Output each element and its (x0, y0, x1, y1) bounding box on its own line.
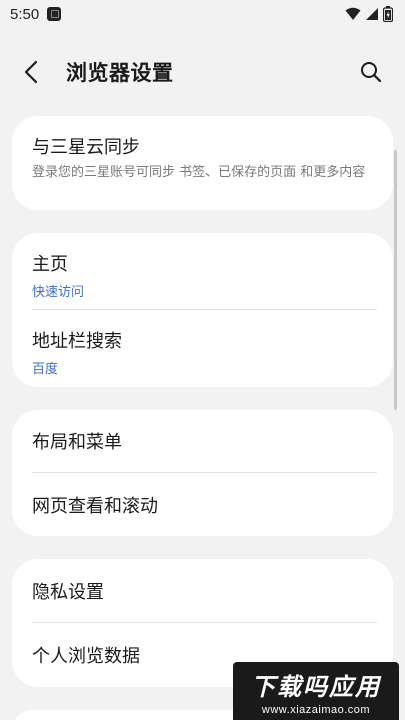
page-title: 浏览器设置 (66, 61, 174, 85)
privacy-settings-item[interactable]: 隐私设置 (12, 559, 393, 622)
address-bar-search-value: 百度 (32, 362, 59, 377)
homepage-card: 主页 快速访问 地址栏搜索 百度 (12, 233, 393, 387)
header: 浏览器设置 (0, 28, 405, 116)
signal-icon (366, 8, 378, 20)
layout-menu-title: 布局和菜单 (32, 432, 122, 453)
scrollbar[interactable] (394, 150, 397, 410)
address-bar-search-title: 地址栏搜索 (32, 331, 122, 352)
homepage-item[interactable]: 主页 快速访问 (12, 233, 393, 309)
chevron-left-icon (24, 60, 38, 84)
address-bar-search-item[interactable]: 地址栏搜索 百度 (12, 310, 393, 387)
sync-card: 与三星云同步 登录您的三星账号可同步 书签、已保存的页面 和更多内容 (12, 116, 393, 210)
search-icon (361, 62, 382, 83)
sync-title: 与三星云同步 (32, 137, 140, 158)
search-button[interactable] (355, 56, 387, 88)
personal-data-title: 个人浏览数据 (32, 646, 140, 667)
watermark-url: www.xiazaimao.com (261, 703, 371, 716)
page-view-scroll-item[interactable]: 网页查看和滚动 (12, 473, 393, 536)
battery-icon (383, 6, 393, 22)
wifi-icon (345, 7, 361, 20)
status-icons (345, 6, 393, 22)
watermark-logo: 下载吗应用 www.xiazaimao.com (233, 662, 399, 720)
layout-menu-item[interactable]: 布局和菜单 (12, 410, 393, 472)
status-time: 5:50 (10, 5, 40, 23)
homepage-title: 主页 (32, 254, 68, 275)
back-button[interactable] (24, 56, 56, 88)
status-bar: 5:50 (0, 0, 405, 28)
sync-subtitle: 登录您的三星账号可同步 书签、已保存的页面 和更多内容 (32, 165, 366, 180)
notification-app-icon (47, 7, 62, 21)
homepage-value: 快速访问 (32, 285, 85, 300)
privacy-settings-title: 隐私设置 (32, 581, 104, 603)
layout-card: 布局和菜单 网页查看和滚动 (12, 410, 393, 536)
watermark-title: 下载吗应用 (251, 672, 381, 701)
page-view-scroll-title: 网页查看和滚动 (32, 495, 158, 517)
sync-item[interactable]: 与三星云同步 登录您的三星账号可同步 书签、已保存的页面 和更多内容 (12, 116, 393, 181)
